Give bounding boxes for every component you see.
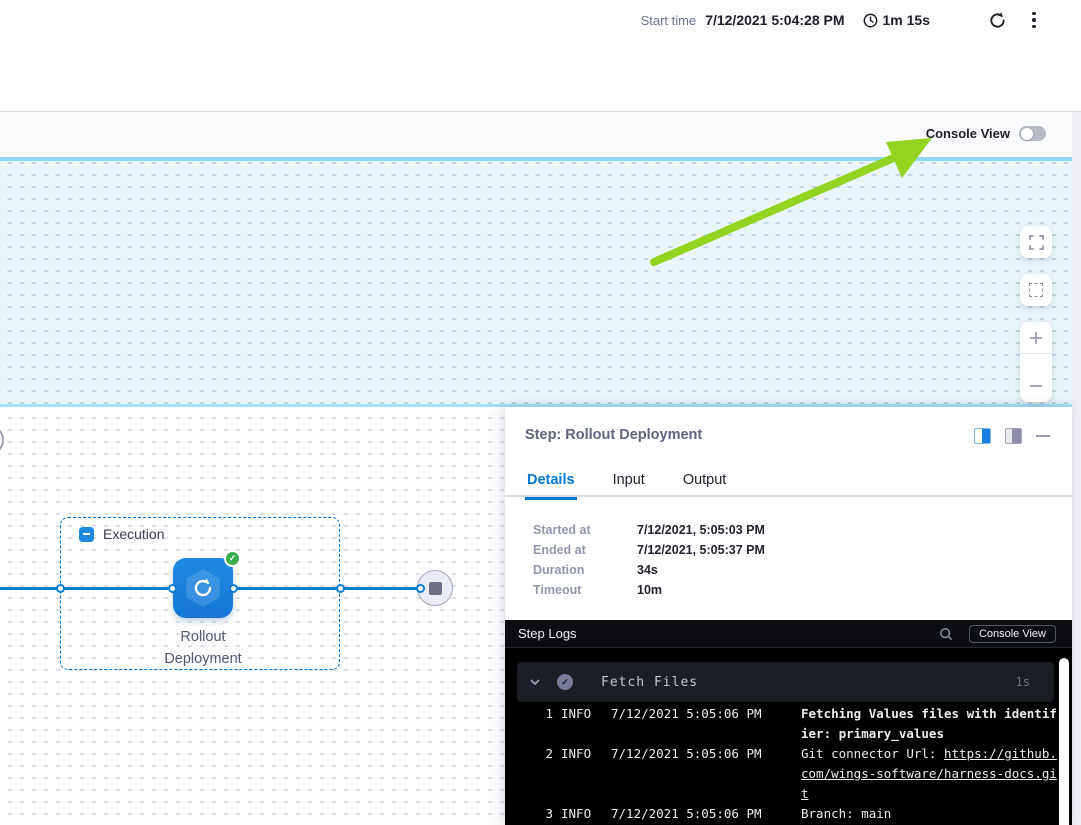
log-group-name: Fetch Files — [601, 675, 698, 690]
refresh-icon — [988, 11, 1007, 30]
minus-icon — [1028, 378, 1044, 394]
detail-row: Timeout 10m — [533, 580, 765, 600]
step-logs-title: Step Logs — [518, 626, 577, 641]
log-message: Fetching Values files with identifier: p… — [801, 704, 1063, 744]
log-row: 3 INFO 7/12/2021 5:05:06 PM Branch: main — [505, 804, 1058, 824]
view-toolbar: Console View — [0, 113, 1072, 157]
zoom-out-button[interactable] — [1020, 370, 1052, 402]
log-group-success-icon: ✓ — [557, 674, 573, 690]
log-message: Git connector Url: https://github.com/wi… — [801, 744, 1063, 804]
marquee-icon — [1029, 283, 1043, 297]
refresh-button[interactable] — [988, 11, 1007, 30]
collapse-group-button[interactable] — [79, 527, 94, 542]
more-options-button[interactable] — [1025, 10, 1043, 30]
chevron-down-icon — [529, 676, 541, 688]
start-time-value: 7/12/2021 5:04:28 PM — [705, 12, 844, 28]
detail-row: Ended at 7/12/2021, 5:05:37 PM — [533, 540, 765, 560]
log-message: Branch: main — [801, 804, 1063, 824]
execution-graph-canvas[interactable] — [0, 410, 505, 825]
step-logs-bar: Step Logs Console View — [505, 620, 1072, 648]
tab-underline — [505, 495, 1072, 498]
minimize-panel-button[interactable] — [1036, 435, 1050, 438]
fullscreen-button[interactable] — [1020, 226, 1052, 258]
search-icon[interactable] — [939, 627, 953, 641]
stop-node[interactable] — [417, 570, 453, 606]
tab-input[interactable]: Input — [611, 463, 647, 497]
success-badge-icon: ✓ — [224, 550, 241, 567]
elapsed-duration: 1m 15s — [883, 12, 930, 28]
rollout-icon — [190, 575, 216, 601]
tab-output[interactable]: Output — [681, 463, 729, 497]
plus-icon — [1028, 330, 1044, 346]
tab-details[interactable]: Details — [525, 463, 577, 497]
detail-row: Started at 7/12/2021, 5:05:03 PM — [533, 520, 765, 540]
execution-header-bar: Start time 7/12/2021 5:04:28 PM 1m 15s — [0, 0, 1081, 112]
minus-icon — [83, 533, 90, 535]
panel-tabs: Details Input Output — [505, 463, 1072, 497]
log-row: 2 INFO 7/12/2021 5:05:06 PM Git connecto… — [505, 744, 1058, 804]
rollout-deployment-node[interactable]: ✓ — [173, 558, 233, 618]
start-time-label: Start time — [641, 13, 697, 28]
zoom-in-button[interactable] — [1020, 322, 1052, 354]
stage-divider-line — [0, 157, 1072, 161]
clock-icon — [863, 13, 878, 28]
log-lines: 1 INFO 7/12/2021 5:05:06 PM Fetching Val… — [505, 704, 1058, 824]
kebab-icon — [1032, 12, 1036, 16]
console-view-toggle[interactable] — [1019, 126, 1046, 141]
log-group-duration: 1s — [1016, 675, 1030, 689]
pipeline-execution-page: Start time 7/12/2021 5:04:28 PM 1m 15s C… — [0, 0, 1081, 825]
fit-selection-button[interactable] — [1020, 274, 1052, 306]
log-scrollbar-thumb[interactable] — [1059, 658, 1069, 825]
log-group-header[interactable]: ✓ Fetch Files 1s — [517, 662, 1054, 702]
split-view-bottom-icon[interactable] — [1005, 428, 1022, 444]
panel-title: Step: Rollout Deployment — [525, 427, 702, 443]
toggle-knob — [1021, 128, 1033, 140]
page-scrollbar-track[interactable] — [1072, 112, 1081, 825]
stage-graph-canvas[interactable] — [0, 161, 1072, 407]
detail-row: Duration 34s — [533, 560, 765, 580]
console-view-label: Console View — [926, 126, 1010, 141]
fullscreen-icon — [1029, 235, 1044, 250]
split-view-right-icon[interactable] — [974, 428, 991, 444]
step-details-panel: Step: Rollout Deployment Details Input O… — [505, 407, 1072, 825]
step-logs-area: ✓ Fetch Files 1s 1 INFO 7/12/2021 5:05:0… — [505, 648, 1072, 825]
stop-square-icon — [429, 582, 442, 595]
step-details-list: Started at 7/12/2021, 5:05:03 PM Ended a… — [533, 520, 765, 600]
logs-console-view-button[interactable]: Console View — [969, 625, 1056, 643]
log-row: 1 INFO 7/12/2021 5:05:06 PM Fetching Val… — [505, 704, 1058, 744]
